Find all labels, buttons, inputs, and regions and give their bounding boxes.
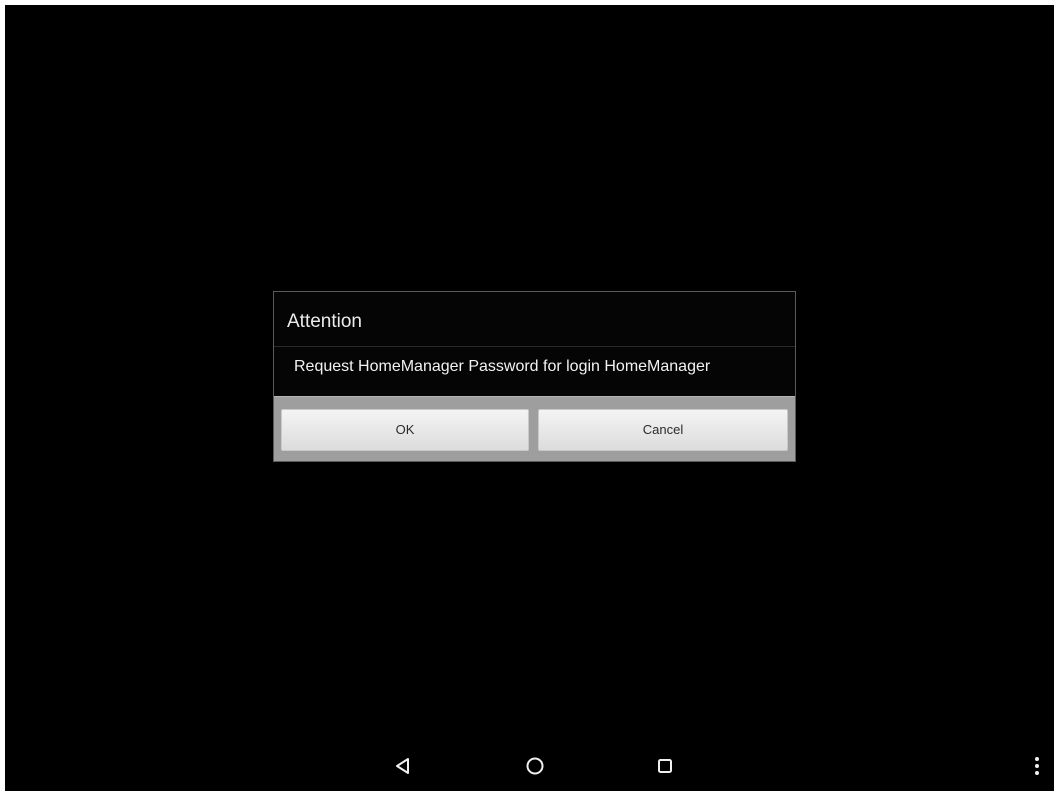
navigation-bar <box>5 741 1054 791</box>
overflow-menu-button[interactable] <box>1023 749 1051 783</box>
android-screen: Attention Request HomeManager Password f… <box>5 5 1054 791</box>
ok-button[interactable]: OK <box>281 409 529 451</box>
overflow-menu-icon <box>1035 757 1039 775</box>
recents-icon <box>658 759 672 773</box>
back-icon <box>396 758 409 774</box>
dialog-title: Attention <box>287 311 362 332</box>
attention-dialog: Attention Request HomeManager Password f… <box>273 291 796 462</box>
recents-button[interactable] <box>648 749 682 783</box>
dialog-message: Request HomeManager Password for login H… <box>294 358 711 375</box>
cancel-button[interactable]: Cancel <box>538 409 788 451</box>
home-button[interactable] <box>518 749 552 783</box>
back-button[interactable] <box>386 749 420 783</box>
dialog-button-bar: OK Cancel <box>274 396 795 461</box>
home-icon <box>526 757 544 775</box>
dialog-divider <box>274 346 795 347</box>
